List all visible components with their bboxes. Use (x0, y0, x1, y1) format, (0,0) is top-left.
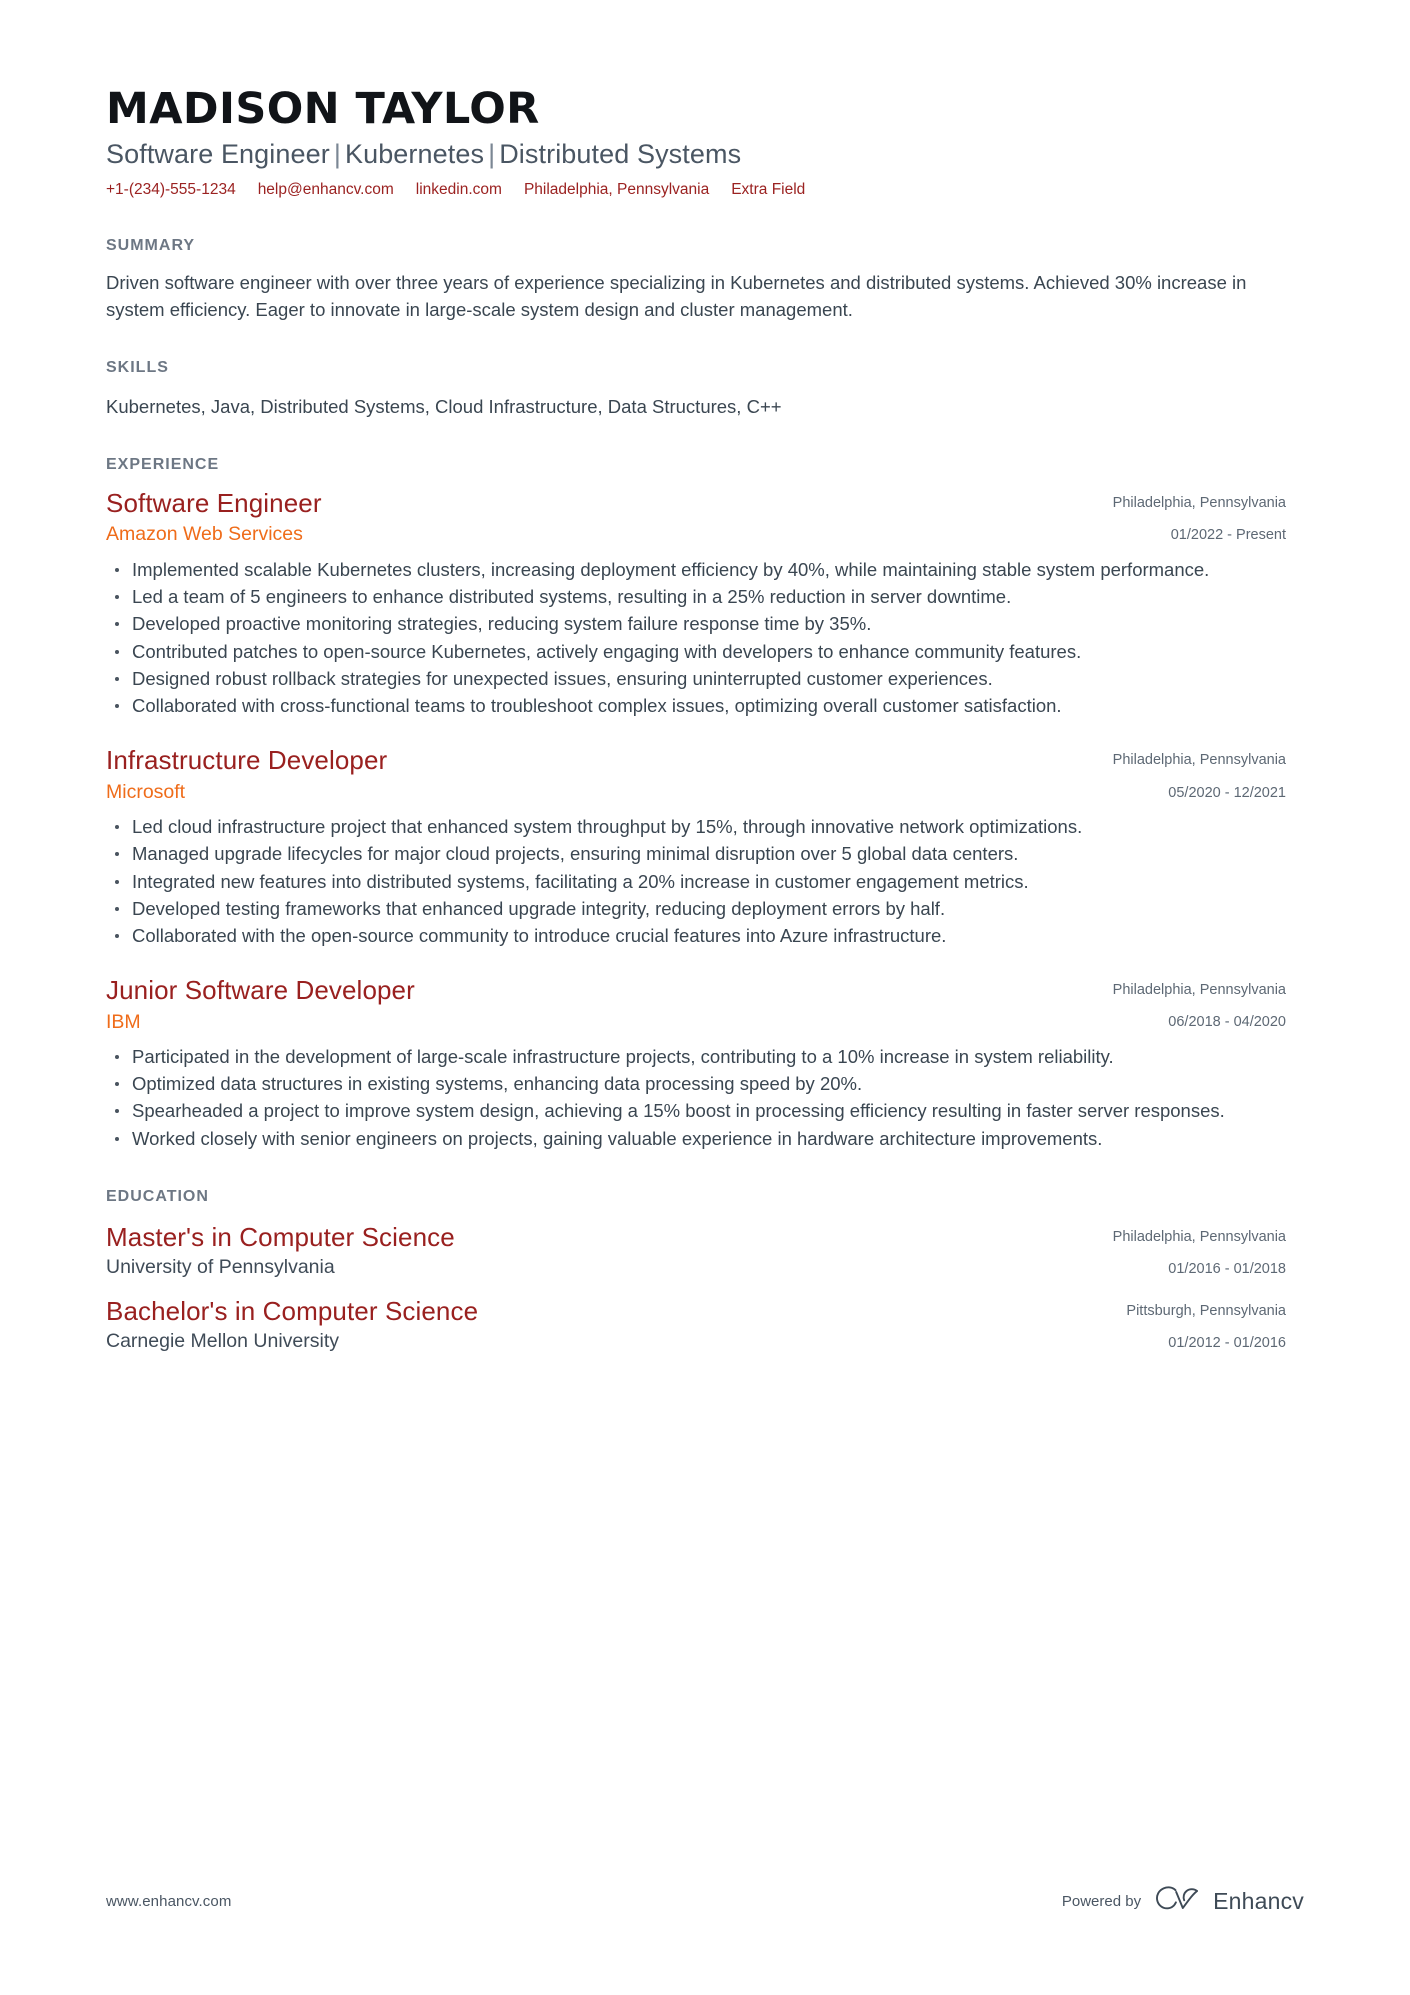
company-name: Microsoft (106, 780, 186, 803)
list-item: Managed upgrade lifecycles for major clo… (106, 841, 1286, 867)
experience-entry-meta: Philadelphia, Pennsylvania 05/2020 - 12/… (1056, 745, 1286, 801)
footer-brand: Powered by Enhancv (1062, 1886, 1304, 1917)
contact-extra-field[interactable]: Extra Field (731, 179, 805, 201)
education-dates: 01/2012 - 01/2016 (1168, 1334, 1286, 1351)
section-heading-experience: EXPERIENCE (106, 456, 220, 474)
list-item: Spearheaded a project to improve system … (106, 1098, 1286, 1124)
education-entry-header: Master's in Computer Science University … (106, 1222, 1286, 1280)
education-location: Philadelphia, Pennsylvania (1112, 1228, 1286, 1245)
headline-separator-1: | (488, 139, 496, 170)
list-item: Led a team of 5 engineers to enhance dis… (106, 584, 1286, 610)
experience-entry-header: Junior Software Developer IBM Philadelph… (106, 975, 1286, 1034)
contact-linkedin[interactable]: linkedin.com (416, 179, 502, 201)
experience-entry-meta: Philadelphia, Pennsylvania 01/2022 - Pre… (1056, 488, 1286, 544)
powered-by-label: Powered by (1061, 1893, 1142, 1910)
list-item: Collaborated with the open-source commun… (106, 923, 1286, 949)
experience-entry-meta: Philadelphia, Pennsylvania 06/2018 - 04/… (1056, 975, 1286, 1031)
company-name: IBM (106, 1010, 141, 1033)
degree-title: Master's in Computer Science (106, 1221, 455, 1252)
contact-phone[interactable]: +1-(234)-555-1234 (106, 179, 236, 201)
experience-entry: Infrastructure Developer Microsoft Phila… (106, 745, 1286, 949)
resume-content: MADISON TAYLOR Software Engineer | Kuberne… (106, 0, 1286, 1353)
list-item: Designed robust rollback strategies for … (106, 666, 1286, 692)
job-dates: 06/2018 - 04/2020 (1168, 1014, 1286, 1031)
page-title: MADISON TAYLOR (106, 84, 540, 134)
page-footer: www.enhancv.com Powered by Enhancv (106, 1886, 1304, 1917)
institution-name: Carnegie Mellon University (106, 1329, 340, 1352)
section-heading-education: EDUCATION (106, 1187, 209, 1205)
section-education: EDUCATION Master's in Computer Science U… (106, 1188, 1286, 1353)
enhancv-cv-mark-icon (1154, 1886, 1200, 1917)
experience-entry-header: Infrastructure Developer Microsoft Phila… (106, 745, 1286, 804)
job-dates: 01/2022 - Present (1170, 527, 1286, 544)
job-bullets: Implemented scalable Kubernetes clusters… (106, 557, 1286, 720)
list-item: Developed proactive monitoring strategie… (106, 611, 1286, 637)
brand-name: Enhancv (1213, 1888, 1304, 1914)
headline-part-1: Kubernetes (344, 139, 485, 170)
contact-bar: +1-(234)-555-1234 help@enhancv.com linke… (106, 179, 1286, 201)
job-location: Philadelphia, Pennsylvania (1112, 982, 1286, 999)
headline-part-0: Software Engineer (106, 139, 330, 170)
resume-header: MADISON TAYLOR Software Engineer | Kuberne… (106, 0, 1286, 201)
experience-entry-identity: Junior Software Developer IBM (106, 975, 1056, 1034)
job-title: Junior Software Developer (106, 975, 415, 1006)
job-location: Philadelphia, Pennsylvania (1112, 495, 1286, 512)
education-entry: Master's in Computer Science University … (106, 1222, 1286, 1280)
education-entry-identity: Bachelor's in Computer Science Carnegie … (106, 1296, 1056, 1354)
section-summary: SUMMARY Driven software engineer with ov… (106, 237, 1286, 323)
job-title: Infrastructure Developer (106, 745, 388, 776)
contact-location[interactable]: Philadelphia, Pennsylvania (524, 179, 709, 201)
job-dates: 05/2020 - 12/2021 (1168, 784, 1286, 801)
experience-entry-identity: Software Engineer Amazon Web Services (106, 488, 1056, 547)
list-item: Integrated new features into distributed… (106, 869, 1286, 895)
professional-headline: Software Engineer | Kubernetes | Distributed… (106, 138, 1286, 170)
list-item: Led cloud infrastructure project that en… (106, 814, 1286, 840)
list-item: Developed testing frameworks that enhanc… (106, 896, 1286, 922)
footer-website-url[interactable]: www.enhancv.com (106, 1893, 231, 1910)
list-item: Optimized data structures in existing sy… (106, 1071, 1286, 1097)
experience-entry: Junior Software Developer IBM Philadelph… (106, 975, 1286, 1152)
section-experience: EXPERIENCE Software Engineer Amazon Web … (106, 456, 1286, 1152)
institution-name: University of Pennsylvania (106, 1256, 335, 1279)
education-entry-identity: Master's in Computer Science University … (106, 1222, 1056, 1280)
skills-list: Kubernetes, Java, Distributed Systems, C… (106, 395, 782, 417)
list-item: Worked closely with senior engineers on … (106, 1126, 1286, 1152)
resume-page: MADISON TAYLOR Software Engineer | Kuberne… (0, 0, 1410, 1995)
list-item: Participated in the development of large… (106, 1044, 1286, 1070)
contact-email[interactable]: help@enhancv.com (258, 179, 394, 201)
education-entry-meta: Pittsburgh, Pennsylvania 01/2012 - 01/20… (1056, 1296, 1286, 1352)
job-bullets: Participated in the development of large… (106, 1044, 1286, 1152)
headline-part-2: Distributed Systems (499, 139, 742, 170)
experience-entry: Software Engineer Amazon Web Services Ph… (106, 488, 1286, 719)
degree-title: Bachelor's in Computer Science (106, 1295, 479, 1326)
job-bullets: Led cloud infrastructure project that en… (106, 814, 1286, 949)
company-name: Amazon Web Services (106, 523, 303, 546)
experience-entry-identity: Infrastructure Developer Microsoft (106, 745, 1056, 804)
section-skills: SKILLS Kubernetes, Java, Distributed Sys… (106, 359, 1286, 421)
education-entry-header: Bachelor's in Computer Science Carnegie … (106, 1296, 1286, 1354)
education-location: Pittsburgh, Pennsylvania (1126, 1302, 1286, 1319)
education-dates: 01/2016 - 01/2018 (1168, 1261, 1286, 1278)
experience-entry-header: Software Engineer Amazon Web Services Ph… (106, 488, 1286, 547)
education-entry: Bachelor's in Computer Science Carnegie … (106, 1296, 1286, 1354)
education-entry-meta: Philadelphia, Pennsylvania 01/2016 - 01/… (1056, 1222, 1286, 1278)
list-item: Implemented scalable Kubernetes clusters… (106, 557, 1286, 583)
list-item: Collaborated with cross-functional teams… (106, 693, 1286, 719)
job-location: Philadelphia, Pennsylvania (1112, 752, 1286, 769)
section-heading-summary: SUMMARY (106, 236, 196, 254)
headline-separator-0: | (333, 139, 341, 170)
section-heading-skills: SKILLS (106, 358, 169, 376)
summary-text: Driven software engineer with over three… (106, 271, 1247, 320)
list-item: Contributed patches to open-source Kuber… (106, 639, 1286, 665)
job-title: Software Engineer (106, 488, 322, 519)
